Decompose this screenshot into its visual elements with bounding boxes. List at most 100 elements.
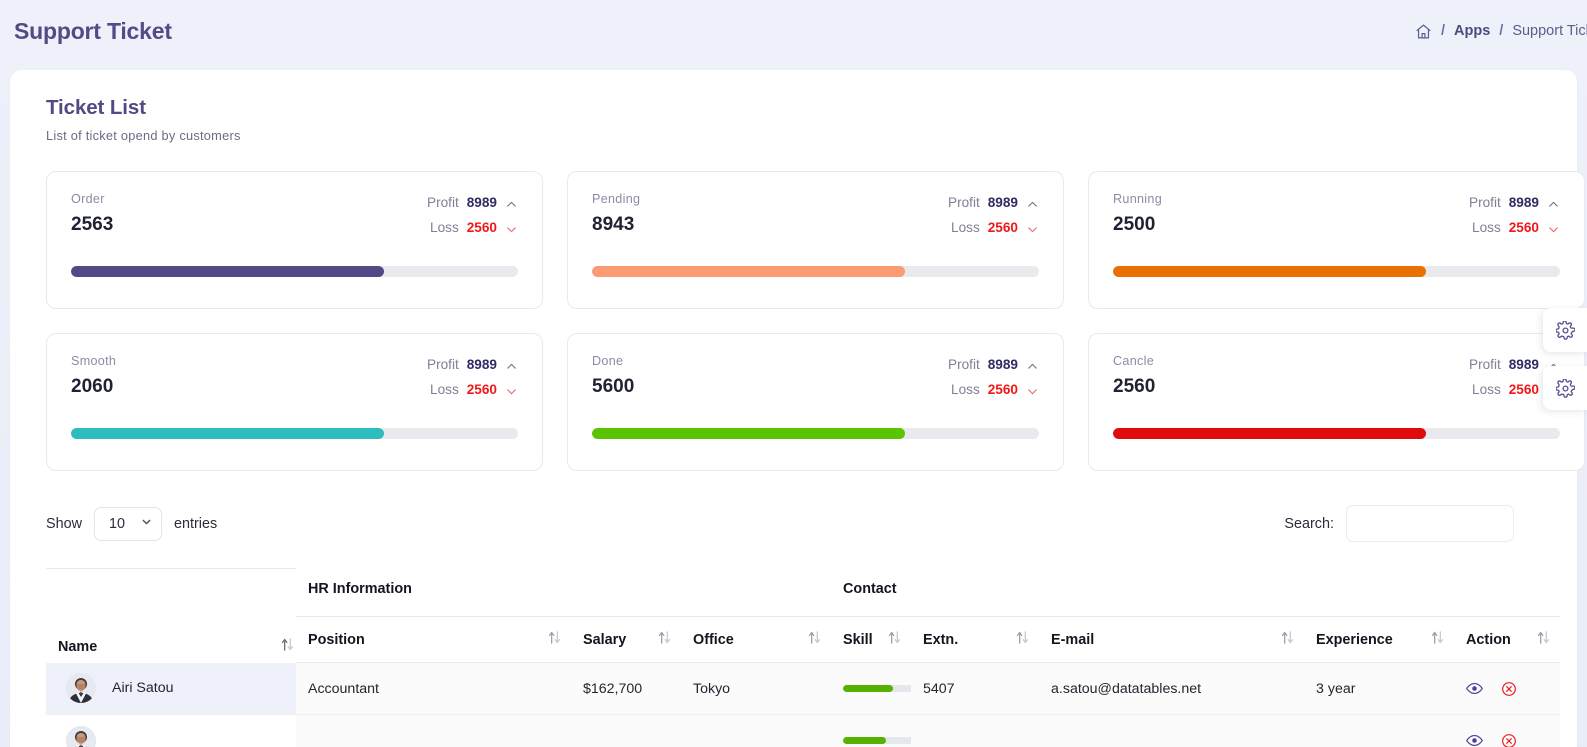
settings-gear-icon[interactable] [1543, 366, 1587, 410]
stat-profit-value: 8989 [466, 195, 497, 210]
breadcrumb: / Apps / Support Ticket [1415, 23, 1587, 40]
stat-progress-track [71, 428, 518, 439]
stat-label: Smooth [71, 354, 117, 368]
view-button[interactable] [1466, 734, 1484, 747]
card-header: Ticket List List of ticket opend by cust… [10, 96, 1577, 143]
cell-experience [1304, 714, 1455, 747]
home-icon[interactable] [1415, 23, 1432, 40]
cell-experience: 3 year [1304, 662, 1455, 715]
sort-icon[interactable] [1535, 629, 1552, 650]
group-header-hr-information-label: HR Information [308, 581, 412, 598]
stat-value: 2563 [71, 214, 114, 235]
stat-loss-value: 2560 [987, 220, 1018, 235]
stat-progress-fill [592, 266, 905, 277]
group-header-hr-information: HR Information [296, 568, 832, 617]
breadcrumb-separator-1: / [1441, 23, 1446, 39]
chevron-down-icon [1026, 383, 1039, 396]
stat-profit-value: 8989 [987, 195, 1018, 210]
stat-loss-row: Loss 2560 [1469, 217, 1560, 238]
cell-position: Accountant [296, 662, 571, 715]
sort-icon[interactable] [806, 629, 823, 650]
stat-progress-fill [1113, 428, 1426, 439]
stat-profit-label: Profit [427, 195, 459, 210]
table-controls: Show 102550100 entries Search: [10, 471, 1550, 542]
chevron-up-icon [1026, 196, 1039, 209]
stat-profit-loss: Profit 8989 Loss 2560 [1469, 192, 1560, 242]
column-header-name[interactable]: Name [46, 568, 296, 663]
delete-button[interactable] [1501, 681, 1517, 697]
stat-loss-row: Loss 2560 [948, 379, 1039, 400]
show-entries-group: Show 102550100 entries [46, 506, 218, 541]
column-header-email[interactable]: E-mail [1039, 616, 1305, 663]
column-header-skill[interactable]: Skill [831, 616, 912, 663]
entries-label: entries [174, 515, 218, 532]
stat-progress-fill [592, 428, 905, 439]
column-header-salary[interactable]: Salary [571, 616, 681, 663]
stat-profit-label: Profit [427, 357, 459, 372]
stat-label: Running [1113, 192, 1163, 206]
column-header-label: Position [308, 631, 365, 648]
stat-loss-label: Loss [951, 220, 980, 235]
breadcrumb-item-current: Support Ticket [1512, 23, 1587, 39]
cell-name [46, 714, 296, 747]
stat-loss-label: Loss [1472, 382, 1501, 397]
stat-value: 8943 [592, 214, 635, 235]
column-header-label: Skill [843, 631, 873, 648]
stat-progress-track [592, 428, 1039, 439]
entries-select[interactable]: 102550100 [94, 506, 162, 541]
column-header-label: Experience [1316, 631, 1393, 648]
chevron-up-icon [505, 196, 518, 209]
sort-icon[interactable] [546, 629, 563, 650]
table-body: Airi Satou Accountant $162,700 Tokyo 5407 a.s… [46, 662, 1561, 747]
stat-profit-loss: Profit 8989 Loss 2560 [427, 354, 518, 404]
skill-progress-track [843, 685, 916, 692]
side-tabs [1543, 308, 1587, 410]
column-header-position[interactable]: Position [296, 616, 571, 663]
column-header-office[interactable]: Office [681, 616, 832, 663]
sort-icon[interactable] [1279, 629, 1296, 650]
table-row[interactable]: Airi Satou Accountant $162,700 Tokyo 5407 a.s… [46, 662, 1561, 715]
search-label: Search: [1284, 515, 1334, 532]
stat-card: Pending 8943 Profit 8989 Loss 2560 [567, 171, 1064, 309]
column-header-experience[interactable]: Experience [1304, 616, 1455, 663]
cell-extn: 5407 [911, 662, 1040, 715]
stat-card: Smooth 2060 Profit 8989 Loss 2560 [46, 333, 543, 471]
stat-value: 5600 [592, 376, 635, 397]
delete-button[interactable] [1501, 733, 1517, 747]
cell-salary [571, 714, 681, 747]
page-title: Support Ticket [14, 17, 172, 44]
stat-loss-value: 2560 [466, 382, 497, 397]
cell-office: Tokyo [681, 662, 832, 715]
skill-progress-track [843, 737, 916, 744]
sort-icon[interactable] [1014, 629, 1031, 650]
card-subtitle: List of ticket opend by customers [46, 128, 241, 143]
sort-icon-name[interactable] [279, 636, 296, 657]
stat-card: Done 5600 Profit 8989 Loss 2560 [567, 333, 1064, 471]
cell-action [1454, 714, 1561, 747]
chevron-up-icon [1026, 358, 1039, 371]
table-row[interactable] [46, 714, 1561, 747]
search-group: Search: [1284, 505, 1514, 542]
stat-label: Done [592, 354, 624, 368]
settings-gear-icon[interactable] [1543, 308, 1587, 352]
column-header-label: Extn. [923, 631, 959, 648]
stat-loss-label: Loss [430, 220, 459, 235]
column-header-extn[interactable]: Extn. [911, 616, 1040, 663]
stat-profit-label: Profit [1469, 195, 1501, 210]
chevron-up-icon [505, 358, 518, 371]
sort-icon[interactable] [656, 629, 673, 650]
sort-icon[interactable] [886, 629, 903, 650]
column-header-label: Salary [583, 631, 627, 648]
search-input[interactable] [1346, 505, 1514, 542]
cell-office [681, 714, 832, 747]
stat-profit-value: 8989 [466, 357, 497, 372]
cell-skill [831, 714, 916, 747]
breadcrumb-item-apps[interactable]: Apps [1454, 23, 1490, 39]
stat-loss-value: 2560 [987, 382, 1018, 397]
sort-icon[interactable] [1429, 629, 1446, 650]
stat-progress-track [1113, 266, 1560, 277]
column-header-action[interactable]: Action [1454, 616, 1561, 663]
view-button[interactable] [1466, 682, 1484, 695]
stat-card: Order 2563 Profit 8989 Loss 2560 [46, 171, 543, 309]
cell-name: Airi Satou [46, 662, 296, 715]
